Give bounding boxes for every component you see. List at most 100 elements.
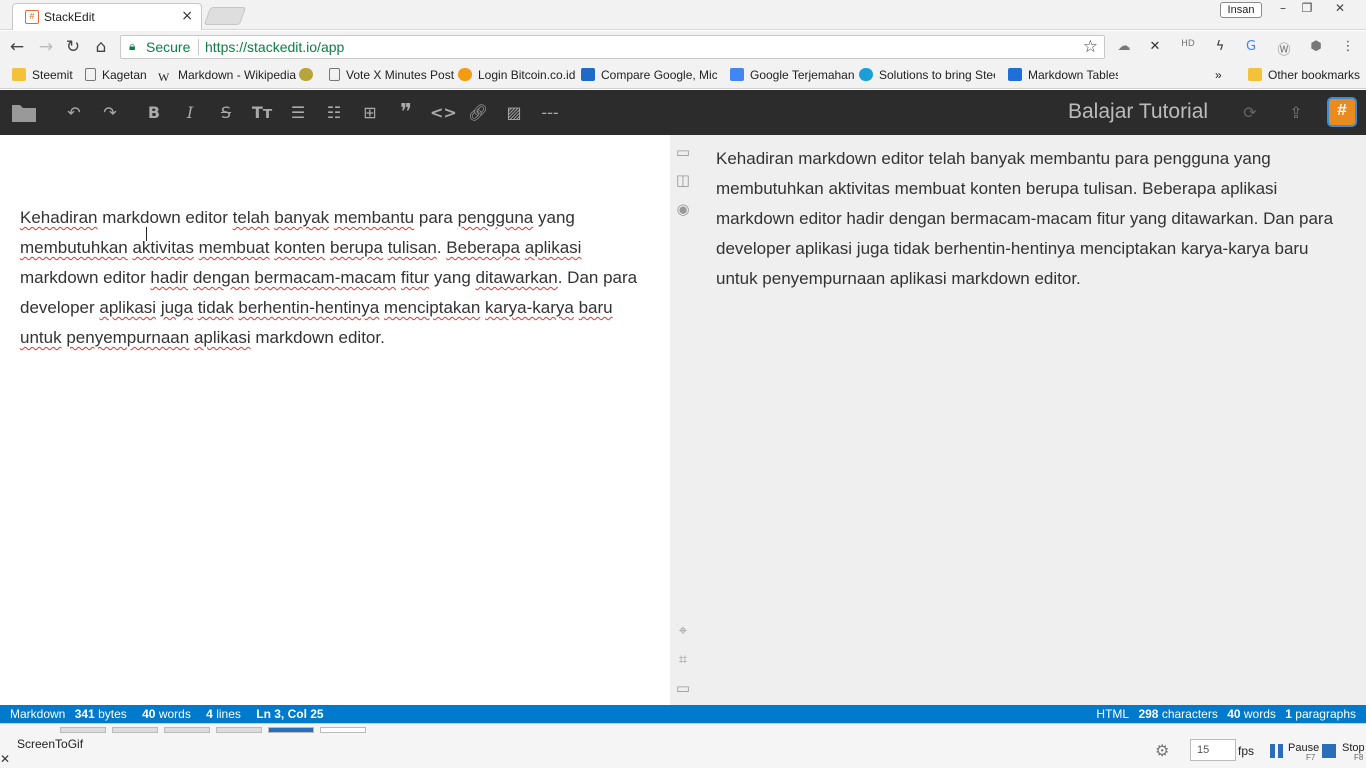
toggle-sidepreview-icon[interactable]: ◫ (674, 171, 692, 189)
bookmark-star-icon[interactable]: ☆ (1083, 37, 1098, 57)
wordpress-extension-icon[interactable]: Ⓦ (1275, 39, 1293, 58)
toggle-navbar-icon[interactable]: ▭ (674, 143, 692, 161)
status-lines: 4 lines (206, 707, 241, 721)
pause-button[interactable]: Pause F7 (1270, 742, 1319, 765)
reload-icon[interactable]: ↻ (62, 36, 84, 58)
taskbar-thumbnails (60, 727, 366, 733)
gear-icon[interactable]: ⚙ (1155, 741, 1169, 761)
window-close-button[interactable]: ✕ (1327, 1, 1353, 17)
misspelled-word: aplikasi (524, 238, 582, 257)
misspelled-word: bermacam-macam (254, 268, 397, 287)
quote-icon[interactable]: ❞ (394, 101, 418, 125)
scroll-sync-icon[interactable]: ⌖ (674, 621, 692, 639)
italic-icon[interactable]: I (178, 101, 202, 125)
stop-icon (1322, 744, 1336, 758)
document-title[interactable]: Balajar Tutorial (1068, 100, 1208, 124)
status-words: 40 words (142, 707, 191, 721)
bookmark-markdown-tables[interactable]: Markdown Tables gener (1008, 68, 1118, 82)
bookmarks-overflow-icon[interactable]: » (1215, 68, 1222, 82)
screentogif-close-icon[interactable]: ✕ (0, 752, 10, 766)
redo-icon[interactable]: ↷ (98, 101, 122, 125)
toggle-statusbar-icon[interactable]: ▭ (674, 679, 692, 697)
toggle-focus-icon[interactable]: ⌗ (674, 650, 692, 668)
folder-icon (1248, 68, 1262, 81)
editor-paragraph[interactable]: Kehadiran markdown editor telah banyak m… (20, 203, 650, 353)
bookmark-vote-x-minutes[interactable]: Vote X Minutes Post (329, 68, 454, 82)
misspelled-word: ditawarkan (475, 268, 558, 287)
profile-button[interactable]: Insan (1220, 2, 1262, 18)
misspelled-word: pengguna (457, 208, 534, 227)
undo-icon[interactable]: ↶ (62, 101, 86, 125)
fps-label: fps (1238, 744, 1255, 758)
misspelled-word: Beberapa (446, 238, 521, 257)
preview-stats: HTML 298 characters 40 words 1 paragraph… (1096, 705, 1356, 723)
preview-paragraph: Kehadiran markdown editor telah banyak m… (716, 149, 1334, 288)
hd-extension-icon[interactable]: HD (1179, 39, 1197, 55)
table-icon[interactable]: ⊞ (358, 101, 382, 125)
publish-icon[interactable]: ⇪ (1284, 101, 1308, 125)
sync-icon[interactable]: ⟳ (1238, 101, 1262, 125)
bold-icon[interactable]: B (142, 101, 166, 125)
folder-icon[interactable] (10, 101, 38, 125)
back-arrow-icon[interactable]: ← (6, 36, 28, 58)
stop-button[interactable]: Stop F8 (1322, 742, 1366, 765)
numbered-list-icon[interactable]: ☷ (322, 101, 346, 125)
compare-icon (581, 68, 595, 81)
eye-preview-icon[interactable]: ◉ (674, 200, 692, 218)
home-icon[interactable]: ⌂ (90, 36, 112, 58)
fps-input[interactable]: 15 (1190, 739, 1236, 761)
url-text[interactable]: https://stackedit.io/app (205, 39, 344, 55)
bookmark-google-terjemahan[interactable]: Google Terjemahan (730, 68, 855, 82)
bookmark-coin[interactable] (299, 68, 319, 82)
misspelled-word: karya-karya (485, 298, 574, 317)
misspelled-word: berhentin-hentinya (238, 298, 380, 317)
misspelled-word: aplikasi (193, 328, 251, 347)
text-cursor-icon (146, 227, 152, 241)
bookmark-login-bitcoin[interactable]: Login Bitcoin.co.id (458, 68, 575, 82)
translate-extension-icon[interactable]: G (1242, 39, 1260, 55)
chrome-menu-icon[interactable]: ⋮ (1339, 39, 1357, 55)
cube-extension-icon[interactable]: ⬢ (1307, 39, 1325, 55)
stackedit-navbar: ↶ ↷ B I S Tт ☰ ☷ ⊞ ❞ <> 🔗︎ ▨ --- Balajar… (0, 90, 1366, 135)
link-icon[interactable]: 🔗︎ (466, 101, 490, 125)
forward-arrow-icon[interactable]: → (35, 36, 57, 58)
misspelled-word: membuat (198, 238, 270, 257)
horizontal-rule-icon[interactable]: --- (538, 101, 562, 125)
code-icon[interactable]: <> (430, 101, 457, 125)
explorer-folder-svg (12, 105, 36, 122)
bookmark-markdown-wikipedia[interactable]: W Markdown - Wikipedia (158, 68, 296, 84)
bolt-extension-icon[interactable]: ϟ (1211, 39, 1229, 55)
drive-extension-icon[interactable]: ☁ (1115, 39, 1133, 55)
editor-text-run: markdown editor. (250, 328, 385, 347)
browser-toolbar: ← → ↻ ⌂ 🔒︎ Secure https://stackedit.io/a… (0, 31, 1366, 63)
address-separator (198, 39, 199, 55)
editor-content[interactable]: Kehadiran markdown editor telah banyak m… (20, 203, 650, 353)
bookmark-solutions-steem[interactable]: Solutions to bring Steem (859, 68, 995, 82)
minimize-button[interactable]: – (1270, 1, 1296, 17)
bookmark-steemit[interactable]: Steemit (12, 68, 73, 82)
stackedit-logo-icon[interactable]: # (1327, 97, 1357, 127)
misspelled-word: juga (160, 298, 193, 317)
misspelled-word: Kehadiran (20, 208, 98, 227)
bookmark-compare-google[interactable]: Compare Google, Micros (581, 68, 717, 82)
bitcoin-icon (458, 68, 472, 81)
tab-stackedit[interactable]: # StackEdit × (12, 3, 202, 30)
new-tab-button[interactable] (203, 7, 247, 25)
bookmark-kagetan[interactable]: Kagetan (85, 68, 147, 82)
tab-close-icon[interactable]: × (181, 8, 193, 24)
bookmark-other-bookmarks[interactable]: Other bookmarks (1248, 68, 1360, 82)
misspelled-word: tidak (197, 298, 234, 317)
restore-button[interactable]: ❐ (1294, 1, 1320, 17)
screentogif-bar: ScreenToGif ✕ ⚙ 15 fps Pause F7 Stop F8 (0, 723, 1366, 768)
x-extension-icon[interactable]: ✕ (1146, 39, 1164, 55)
bullet-list-icon[interactable]: ☰ (286, 101, 310, 125)
status-preview-words: 40 words (1227, 707, 1276, 721)
image-icon[interactable]: ▨ (502, 101, 526, 125)
misspelled-word: aplikasi (99, 298, 157, 317)
markdown-editor[interactable]: Kehadiran markdown editor telah banyak m… (0, 135, 670, 705)
address-bar[interactable]: 🔒︎ Secure https://stackedit.io/app ☆ (120, 35, 1105, 59)
strikethrough-icon[interactable]: S (214, 101, 238, 125)
translate-icon (730, 68, 744, 81)
heading-icon[interactable]: Tт (250, 101, 274, 125)
editor-text-run: para (414, 208, 458, 227)
